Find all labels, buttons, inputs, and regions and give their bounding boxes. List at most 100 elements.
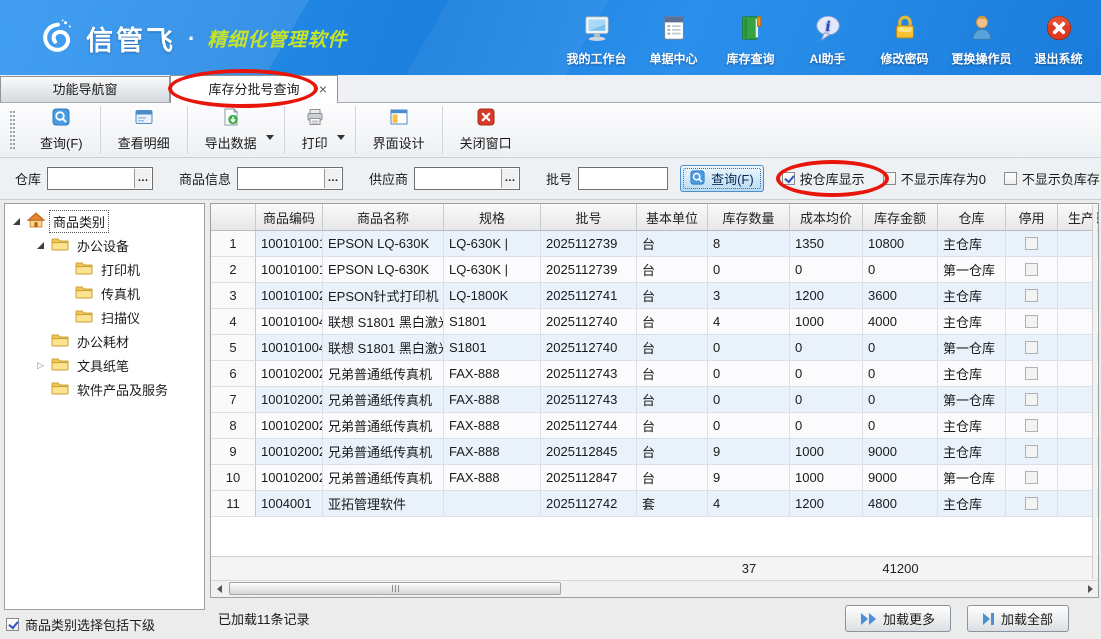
table-row[interactable]: 3100101002EPSON针式打印机LQ-1800K2025112741台3… xyxy=(211,283,1098,309)
table-cell-disabled xyxy=(1006,257,1058,283)
toolbar-label: 导出数据 xyxy=(205,133,257,152)
table-cell: 100101001 xyxy=(256,231,323,257)
column-header[interactable]: 成本均价 xyxy=(790,204,863,230)
tree-item[interactable]: 办公设备 xyxy=(5,233,204,257)
table-row[interactable]: 4100101004联想 S1801 黑白激光S18012025112740台4… xyxy=(211,309,1098,335)
close-window-icon xyxy=(477,108,495,129)
query-button[interactable]: 查询(F) xyxy=(25,105,98,155)
table-cell: 8 xyxy=(708,231,790,257)
toolbar-label: 查看明细 xyxy=(118,133,170,152)
expand-arrow-icon[interactable] xyxy=(35,242,46,249)
grid-totals-row: 3741200 xyxy=(211,556,1098,580)
tree-item-label: 办公设备 xyxy=(74,235,132,256)
supplier-lookup-ellipsis-icon[interactable] xyxy=(501,169,518,188)
export-data-button[interactable]: 导出数据 xyxy=(190,105,272,155)
disabled-checkbox[interactable] xyxy=(1025,315,1038,328)
table-cell xyxy=(444,491,541,517)
column-header[interactable]: 基本单位 xyxy=(637,204,708,230)
column-header[interactable]: 库存数量 xyxy=(708,204,790,230)
table-row[interactable]: 111004001亚拓管理软件2025112742套412004800主仓库 xyxy=(211,491,1098,517)
table-row[interactable]: 9100102002兄弟普通纸传真机FAX-8882025112845台9100… xyxy=(211,439,1098,465)
table-row[interactable]: 10100102002兄弟普通纸传真机FAX-8882025112847台910… xyxy=(211,465,1098,491)
column-header[interactable]: 商品名称 xyxy=(323,204,444,230)
disabled-checkbox[interactable] xyxy=(1025,367,1038,380)
table-cell-disabled xyxy=(1006,439,1058,465)
column-header[interactable]: 商品编码 xyxy=(256,204,323,230)
tree-item[interactable]: 传真机 xyxy=(5,281,204,305)
table-row[interactable]: 2100101001EPSON LQ-630KLQ-630K |20251127… xyxy=(211,257,1098,283)
filter-query-button[interactable]: 查询(F) xyxy=(680,165,764,192)
nav-change-operator[interactable]: 更换操作员 xyxy=(943,13,1020,67)
nav-document-center[interactable]: 单据中心 xyxy=(635,13,712,67)
ui-design-button[interactable]: 界面设计 xyxy=(358,105,440,155)
disabled-checkbox[interactable] xyxy=(1025,419,1038,432)
disabled-checkbox[interactable] xyxy=(1025,471,1038,484)
disabled-checkbox[interactable] xyxy=(1025,393,1038,406)
nav-my-workbench[interactable]: 我的工作台 xyxy=(558,13,635,67)
totals-empty-cell xyxy=(256,557,323,580)
batch-no-input[interactable] xyxy=(579,168,667,189)
warehouse-lookup-ellipsis-icon[interactable] xyxy=(134,169,151,188)
supplier-label: 供应商 xyxy=(369,169,408,188)
table-cell: LQ-1800K xyxy=(444,283,541,309)
table-cell: 100102002 xyxy=(256,413,323,439)
tree-item[interactable]: 扫描仪 xyxy=(5,305,204,329)
horizontal-scrollbar[interactable] xyxy=(211,580,1098,597)
product-lookup-ellipsis-icon[interactable] xyxy=(324,169,341,188)
table-row[interactable]: 6100102002兄弟普通纸传真机FAX-8882025112743台000主… xyxy=(211,361,1098,387)
disabled-checkbox[interactable] xyxy=(1025,341,1038,354)
table-cell: 0 xyxy=(708,413,790,439)
tree-item[interactable]: 打印机 xyxy=(5,257,204,281)
toolbar-grip-handle[interactable] xyxy=(10,111,15,149)
scroll-right-arrow-icon[interactable] xyxy=(1082,581,1098,597)
disabled-checkbox[interactable] xyxy=(1025,497,1038,510)
column-header[interactable]: 停用 xyxy=(1006,204,1058,230)
tab-batch-inventory-query[interactable]: 库存分批号查询 xyxy=(170,75,338,103)
nav-inventory-query[interactable]: 库存查询 xyxy=(712,13,789,67)
tab-close-icon[interactable] xyxy=(319,76,327,103)
column-header[interactable]: 规格 xyxy=(444,204,541,230)
hide-negative-stock-checkbox[interactable] xyxy=(1004,172,1017,185)
tree-item[interactable]: 办公耗材 xyxy=(5,329,204,353)
nav-exit-system[interactable]: 退出系统 xyxy=(1020,13,1097,67)
print-button[interactable]: 打印 xyxy=(287,105,343,155)
tree-item[interactable]: 软件产品及服务 xyxy=(5,377,204,401)
show-by-warehouse-checkbox[interactable] xyxy=(782,172,795,185)
disabled-checkbox[interactable] xyxy=(1025,289,1038,302)
nav-ai-assistant[interactable]: i AI助手 xyxy=(789,13,866,67)
load-more-button[interactable]: 加载更多 xyxy=(845,605,951,632)
scrollbar-thumb[interactable] xyxy=(229,582,561,595)
product-info-label: 商品信息 xyxy=(179,169,231,188)
scroll-left-arrow-icon[interactable] xyxy=(211,581,227,597)
vertical-scrollbar[interactable] xyxy=(1092,205,1097,579)
hide-zero-stock-checkbox[interactable] xyxy=(883,172,896,185)
table-row[interactable]: 7100102002兄弟普通纸传真机FAX-8882025112743台000第… xyxy=(211,387,1098,413)
disabled-checkbox[interactable] xyxy=(1025,445,1038,458)
export-dropdown-caret-icon[interactable] xyxy=(266,135,274,140)
tab-function-navigator[interactable]: 功能导航窗 xyxy=(0,76,170,102)
nav-change-password[interactable]: 修改密码 xyxy=(866,13,943,67)
column-header[interactable]: 仓库 xyxy=(938,204,1006,230)
print-dropdown-caret-icon[interactable] xyxy=(337,135,345,140)
close-window-button[interactable]: 关闭窗口 xyxy=(445,105,527,155)
checkbox-show-by-warehouse[interactable]: 按仓库显示 xyxy=(782,169,865,188)
expand-arrow-icon[interactable] xyxy=(11,218,22,225)
view-detail-button[interactable]: 查看明细 xyxy=(103,105,185,155)
column-header[interactable]: 批号 xyxy=(541,204,637,230)
table-row[interactable]: 5100101004联想 S1801 黑白激光S18012025112740台0… xyxy=(211,335,1098,361)
column-header[interactable]: 库存金额 xyxy=(863,204,938,230)
checkbox-hide-negative-stock[interactable]: 不显示负库存 xyxy=(1004,169,1100,188)
table-cell: LQ-630K | xyxy=(444,231,541,257)
tree-item[interactable]: 商品类别 xyxy=(5,209,204,233)
checkbox-hide-zero-stock[interactable]: 不显示库存为0 xyxy=(883,169,986,188)
disabled-checkbox[interactable] xyxy=(1025,237,1038,250)
collapse-arrow-icon[interactable]: ▷ xyxy=(35,360,46,371)
disabled-checkbox[interactable] xyxy=(1025,263,1038,276)
table-row[interactable]: 8100102002兄弟普通纸传真机FAX-8882025112744台000主… xyxy=(211,413,1098,439)
load-all-button[interactable]: 加载全部 xyxy=(967,605,1069,632)
tree-item[interactable]: ▷ 文具纸笔 xyxy=(5,353,204,377)
include-subcategory-checkbox[interactable] xyxy=(6,618,19,631)
table-row[interactable]: 1100101001EPSON LQ-630KLQ-630K |20251127… xyxy=(211,231,1098,257)
table-cell: 100102002 xyxy=(256,439,323,465)
toolbar-separator xyxy=(442,106,443,154)
